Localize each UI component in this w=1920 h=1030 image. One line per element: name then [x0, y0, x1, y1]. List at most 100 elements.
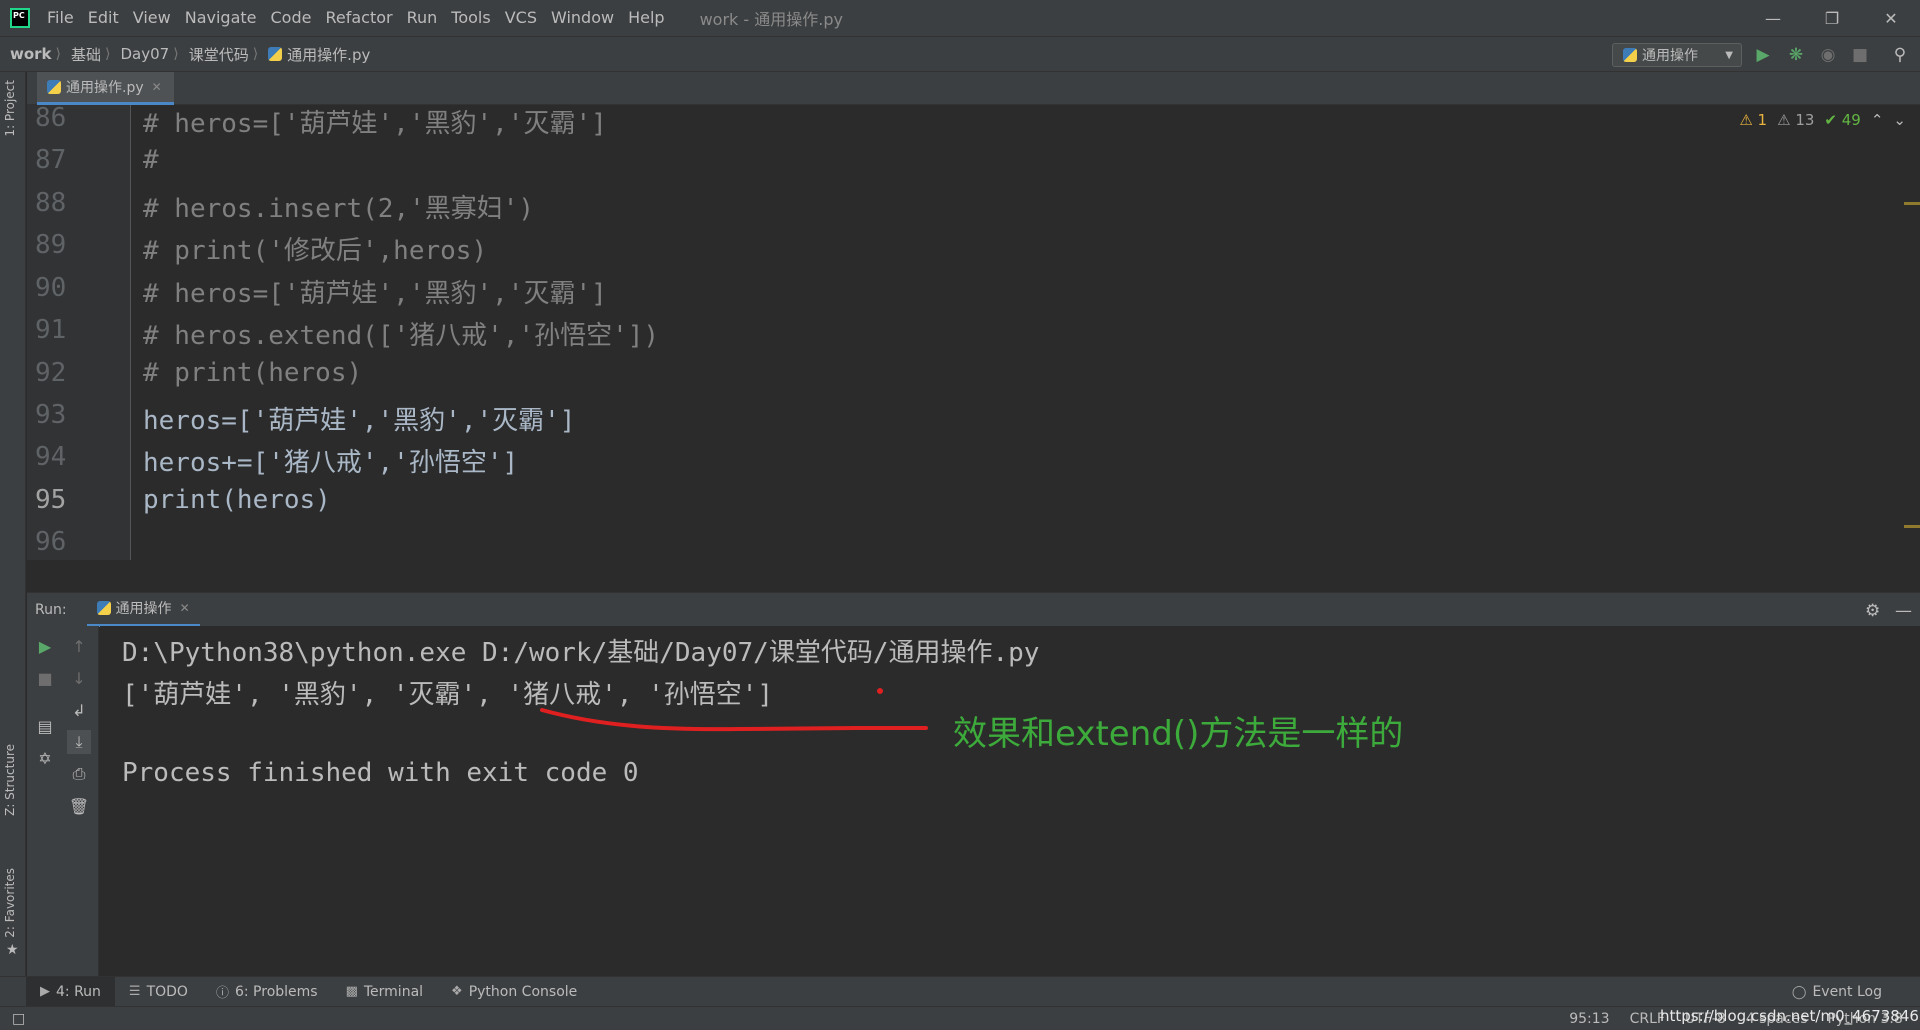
- run-tab[interactable]: 通用操作 ✕: [86, 593, 200, 627]
- next-highlight-icon[interactable]: ⌄: [1893, 111, 1906, 129]
- tool-tab-structure[interactable]: Z: Structure: [3, 744, 17, 816]
- status-bar: □ 95:13 CRLF UTF-8 4 spaces Python 3.8 h…: [0, 1006, 1920, 1030]
- minimize-icon[interactable]: —: [1744, 0, 1802, 36]
- code-editor[interactable]: 86 87 88 89 90 91 92 93 94 95 96 # heros…: [27, 105, 1920, 560]
- breadcrumb-work[interactable]: work: [0, 45, 56, 63]
- tool-todo[interactable]: ☰ TODO: [115, 977, 202, 1007]
- tool-tab-project[interactable]: 1: Project: [3, 80, 17, 137]
- menu-refactor[interactable]: Refactor: [318, 0, 399, 36]
- run-toolbar: ▶ ↑ ■ ↓ ↲ ▤ ⤓ ✡ ⎙ 🗑: [27, 626, 99, 976]
- watermark-text: https://blog.csdn.net/m0_46738467: [1660, 1007, 1920, 1025]
- scrollbar-marker[interactable]: [1904, 202, 1920, 205]
- tool-window-toggle-icon[interactable]: □: [2, 1011, 35, 1027]
- code-line: heros=['葫芦娃','黑豹','灭霸']: [143, 406, 576, 436]
- menu-code[interactable]: Code: [264, 0, 319, 36]
- python-file-icon: [47, 80, 61, 94]
- annotation-text: 效果和extend()方法是一样的: [953, 714, 1404, 754]
- breadcrumb-label: 通用操作.py: [287, 45, 371, 64]
- line-number: 93: [35, 400, 67, 430]
- red-dot-annotation: [877, 688, 883, 694]
- close-icon[interactable]: ✕: [1862, 0, 1920, 36]
- scrollbar-marker[interactable]: [1904, 525, 1920, 528]
- output-line: Process finished with exit code 0: [122, 758, 639, 788]
- navigation-bar: work ⟩ 基础 ⟩ Day07 ⟩ 课堂代码 ⟩ 通用操作.py 通用操作 …: [0, 36, 1920, 72]
- coverage-icon[interactable]: ◉: [1818, 45, 1838, 65]
- menu-tools[interactable]: Tools: [444, 0, 497, 36]
- console-output[interactable]: D:\Python38\python.exe D:/work/基础/Day07/…: [100, 626, 1920, 976]
- event-log-button[interactable]: ◯ Event Log: [1792, 977, 1882, 1007]
- menu-help[interactable]: Help: [621, 0, 671, 36]
- breadcrumb-file[interactable]: 通用操作.py: [258, 44, 374, 65]
- weak-warning-count: ✔ 49: [1824, 111, 1861, 129]
- tool-tab-favorites[interactable]: 2: Favorites: [3, 868, 17, 938]
- error-count-value: 1: [1757, 111, 1768, 129]
- trash-icon[interactable]: 🗑: [67, 794, 91, 818]
- hide-panel-icon[interactable]: —: [1895, 601, 1912, 621]
- warning-count: ⚠ 13: [1777, 111, 1815, 129]
- python-file-icon: [268, 47, 283, 61]
- window-title: work - 通用操作.py: [699, 10, 843, 29]
- python-icon: ❖: [451, 984, 463, 999]
- run-icon[interactable]: ▶: [1753, 45, 1773, 65]
- gear-icon[interactable]: ⚙: [1865, 601, 1880, 621]
- line-number: 86: [35, 105, 67, 133]
- star-icon: ★: [6, 942, 19, 958]
- stop-icon[interactable]: ■: [33, 666, 57, 690]
- menu-vcs[interactable]: VCS: [498, 0, 544, 36]
- list-icon: ☰: [128, 984, 141, 999]
- tab-label: 通用操作.py: [66, 80, 144, 96]
- output-line: D:\Python38\python.exe D:/work/基础/Day07/…: [122, 638, 1040, 668]
- code-line: # print('修改后',heros): [143, 236, 488, 266]
- previous-highlight-icon[interactable]: ⌃: [1871, 111, 1884, 129]
- run-configuration-select[interactable]: 通用操作 ▼: [1612, 43, 1742, 67]
- print-icon[interactable]: ⎙: [67, 762, 91, 786]
- speech-bubble-icon: ◯: [1791, 984, 1807, 1000]
- line-number: 90: [35, 273, 67, 303]
- editor-tab-file[interactable]: 通用操作.py ✕: [37, 72, 174, 105]
- caret-position[interactable]: 95:13: [1559, 1011, 1619, 1027]
- menu-navigate[interactable]: Navigate: [178, 0, 264, 36]
- breadcrumb-jichu[interactable]: 基础: [61, 44, 105, 65]
- error-count: ⚠ 1: [1739, 111, 1768, 129]
- close-tab-icon[interactable]: ✕: [152, 80, 162, 94]
- run-config-label: 通用操作: [1642, 48, 1698, 64]
- restore-icon[interactable]: ❐: [1803, 0, 1861, 36]
- tool-label: Terminal: [363, 983, 424, 1000]
- breadcrumb-day07[interactable]: Day07: [111, 45, 174, 63]
- menu-edit[interactable]: Edit: [81, 0, 126, 36]
- stop-icon[interactable]: ■: [1850, 45, 1870, 65]
- inspection-widget[interactable]: ⚠ 1 ⚠ 13 ✔ 49 ⌃ ⌄: [1739, 111, 1906, 129]
- tool-python-console[interactable]: ❖ Python Console: [437, 977, 591, 1007]
- tool-label: TODO: [146, 983, 188, 1000]
- down-arrow-icon[interactable]: ↓: [67, 666, 91, 690]
- red-underline-annotation: [540, 708, 928, 732]
- search-icon[interactable]: ⚲: [1890, 45, 1910, 65]
- layout-icon[interactable]: ▤: [33, 714, 57, 738]
- tool-problems[interactable]: ⓘ 6: Problems: [202, 977, 332, 1007]
- menu-view[interactable]: View: [126, 0, 178, 36]
- code-line: # heros.insert(2,'黑寡妇'): [143, 194, 535, 224]
- scroll-to-end-icon[interactable]: ⤓: [67, 730, 91, 754]
- line-number: 94: [35, 442, 67, 472]
- pin-icon[interactable]: ✡: [33, 746, 57, 770]
- line-number: 88: [35, 188, 67, 218]
- up-arrow-icon[interactable]: ↑: [67, 634, 91, 658]
- tool-run[interactable]: ▶ 4: Run: [26, 976, 115, 1007]
- menu-bar: File Edit View Navigate Code Refactor Ru…: [0, 0, 1920, 36]
- code-line: #: [143, 145, 159, 175]
- tool-label: 6: Problems: [234, 983, 318, 1000]
- code-line: # heros=['葫芦娃','黑豹','灭霸']: [143, 279, 607, 309]
- tool-label: 4: Run: [56, 983, 101, 1000]
- weak-warning-count-value: 49: [1841, 111, 1861, 129]
- debug-icon[interactable]: ❋: [1786, 45, 1806, 65]
- run-panel-header: Run: 通用操作 ✕ ⚙ —: [27, 592, 1920, 627]
- rerun-icon[interactable]: ▶: [33, 634, 57, 658]
- menu-file[interactable]: File: [40, 0, 81, 36]
- soft-wrap-icon[interactable]: ↲: [67, 698, 91, 722]
- menu-window[interactable]: Window: [544, 0, 621, 36]
- tool-terminal[interactable]: ▩ Terminal: [332, 977, 437, 1007]
- close-tab-icon[interactable]: ✕: [180, 601, 190, 615]
- python-icon: [1623, 48, 1637, 62]
- breadcrumb-class-code[interactable]: 课堂代码: [179, 44, 253, 65]
- menu-run[interactable]: Run: [400, 0, 445, 36]
